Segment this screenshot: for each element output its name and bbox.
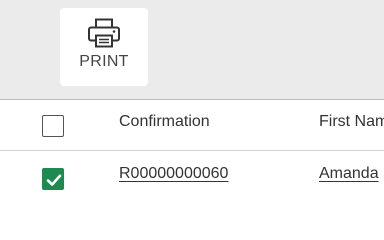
confirmation-link[interactable]: R00000000060 [119,165,228,183]
printer-icon [87,18,121,48]
table-header-row: Confirmation First Name [0,100,384,151]
toolbar: PRINT [0,0,384,100]
checkmark-icon [46,174,62,186]
print-button[interactable]: PRINT [60,8,148,86]
column-header-confirmation[interactable]: Confirmation [119,113,210,131]
table-row: R00000000060 Amanda [0,151,384,201]
first-name-link[interactable]: Amanda [319,165,379,183]
results-table: Confirmation First Name R00000000060 Ama… [0,100,384,240]
print-label: PRINT [79,53,129,70]
column-header-first-name[interactable]: First Name [319,113,384,131]
select-all-checkbox[interactable] [42,115,64,137]
row-checkbox[interactable] [42,168,64,190]
